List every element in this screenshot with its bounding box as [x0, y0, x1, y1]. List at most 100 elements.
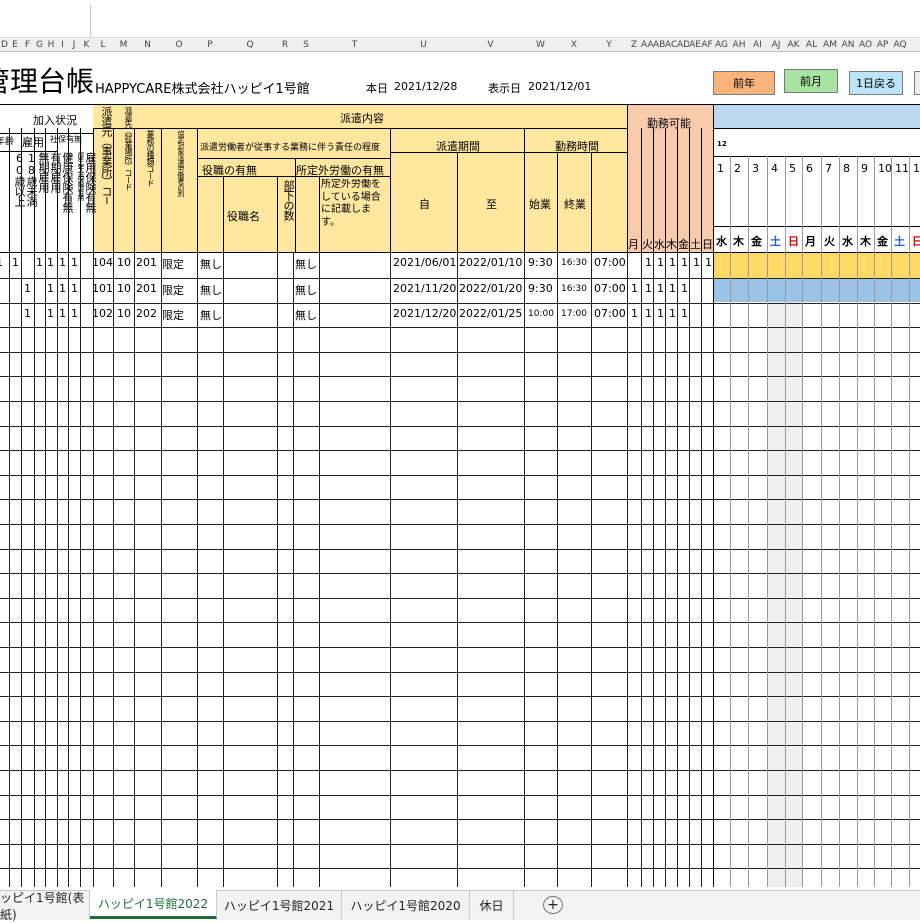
column-header-an[interactable]: AN [839, 38, 857, 52]
grid-line [21, 252, 22, 887]
column-header-i[interactable]: I [57, 38, 68, 52]
add-sheet-icon[interactable]: + [543, 896, 563, 914]
column-header-ad[interactable]: AD [677, 38, 689, 52]
column-header-ak[interactable]: AK [785, 38, 802, 52]
grid-line [0, 327, 920, 328]
column-header-e[interactable]: E [9, 38, 21, 52]
column-header-aj[interactable]: AJ [767, 38, 785, 52]
row3-wk-3: 1 [669, 307, 676, 320]
column-header-w[interactable]: W [524, 38, 557, 52]
next-button-partial[interactable] [914, 71, 920, 95]
grid-line [627, 252, 628, 887]
grid-line [0, 426, 920, 427]
row3-yaku: 無し [200, 309, 222, 322]
grid-line [701, 128, 702, 252]
column-header-bar[interactable]: D E F G H I J K L M N O P Q R S T U V W X Y Z AA AB AC AD AE AF AG AH A… [0, 38, 920, 52]
grid-line [730, 156, 731, 887]
column-header-h[interactable]: H [45, 38, 57, 52]
grid-line [223, 252, 224, 887]
grid-line [0, 770, 920, 771]
sheet-tab-1[interactable]: ハッピイ1号館2022 [90, 890, 217, 919]
column-header-l[interactable]: L [93, 38, 113, 52]
grid-line [198, 176, 295, 177]
sheet-tab-4[interactable]: 休日 [470, 891, 514, 920]
column-header-o[interactable]: O [161, 38, 197, 52]
column-header-d[interactable]: D [0, 38, 9, 52]
column-header-s[interactable]: S [293, 38, 319, 52]
column-header-y[interactable]: Y [591, 38, 627, 52]
header-shoteigai: 所定外労働の有無 [296, 164, 384, 176]
grid-line [653, 128, 654, 252]
prev-year-button[interactable]: 前年 [713, 71, 775, 95]
column-header-p[interactable]: P [197, 38, 223, 52]
grid-line [689, 128, 690, 252]
today-value: 2021/12/28 [394, 80, 458, 93]
header-weekday-0: 月 [628, 238, 639, 250]
column-header-v[interactable]: V [457, 38, 524, 52]
column-header-u[interactable]: U [390, 38, 457, 52]
column-header-am[interactable]: AM [821, 38, 839, 52]
column-header-af[interactable]: AF [701, 38, 713, 52]
grid-line [0, 672, 920, 673]
column-header-ag[interactable]: AG [713, 38, 730, 52]
row3-start: 10:00 [528, 309, 554, 319]
sheet-tab-3[interactable]: ハッピイ1号館2020 [342, 891, 470, 920]
grid-line [689, 252, 690, 887]
display-date-value: 2021/12/01 [528, 80, 592, 93]
header-shugyo: 終業 [564, 198, 586, 210]
column-header-aq[interactable]: AQ [891, 38, 909, 52]
row1-from: 2021/06/01 [393, 256, 457, 269]
column-header-x[interactable]: X [557, 38, 591, 52]
sheet-tab-0[interactable]: ッピイ1号館(表紙) [0, 891, 90, 922]
column-header-ao[interactable]: AO [857, 38, 874, 52]
row2-koyo: 1 [71, 282, 78, 295]
column-header-ah[interactable]: AH [730, 38, 748, 52]
column-header-j[interactable]: J [68, 38, 80, 52]
header-kinmu-kano: 勤務可能 [647, 117, 691, 129]
grid-line [641, 252, 642, 887]
grid-line [0, 376, 920, 377]
header-ji: 自 [419, 198, 430, 210]
column-header-z[interactable]: Z [627, 38, 641, 52]
grid-line [909, 156, 910, 887]
row1-koyo: 1 [71, 256, 78, 269]
row1-end: 16:30 [561, 258, 587, 268]
column-header-ac[interactable]: AC [665, 38, 677, 52]
grid-line [293, 252, 294, 887]
sheet-tab-2[interactable]: ハッピイ1号館2021 [217, 891, 342, 920]
grid-line [45, 252, 46, 887]
column-header-g[interactable]: G [34, 38, 45, 52]
column-header-ap[interactable]: AP [874, 38, 891, 52]
column-header-ab[interactable]: AB [653, 38, 665, 52]
calendar-dow-7: 水 [842, 235, 853, 247]
grid-line [713, 226, 920, 227]
column-header-al[interactable]: AL [802, 38, 821, 52]
column-header-m[interactable]: M [113, 38, 134, 52]
column-header-ai[interactable]: AI [748, 38, 767, 52]
column-header-t[interactable]: T [319, 38, 390, 52]
grid-line [0, 499, 920, 500]
row2-wk-4: 1 [681, 282, 688, 295]
row3-kyotei: 限定 [162, 309, 184, 322]
column-header-k[interactable]: K [80, 38, 93, 52]
grid-line [457, 152, 458, 252]
prev-month-button[interactable]: 前月 [784, 69, 838, 93]
grid-line [80, 252, 81, 887]
grid-line [713, 156, 920, 157]
column-header-r[interactable]: R [277, 38, 293, 52]
grid-line [891, 156, 892, 887]
column-header-n[interactable]: N [134, 38, 161, 52]
column-header-ae[interactable]: AE [689, 38, 701, 52]
back-one-day-button[interactable]: 1日戻る [849, 71, 903, 95]
row3-gyomu: 202 [136, 307, 157, 320]
sheet-grid[interactable]: 年齢 加入状況 雇用 社保有無 60歳以上 18歳未満 無期雇用 有期雇用 健康保険有無 厚生年金… [0, 52, 920, 887]
column-header-aa[interactable]: AA [641, 38, 653, 52]
grid-line [197, 128, 198, 252]
row2-moto: 101 [92, 282, 113, 295]
column-header-q[interactable]: Q [223, 38, 277, 52]
grid-line [821, 156, 822, 887]
column-header-f[interactable]: F [21, 38, 34, 52]
header-shaho: 社保有無 [50, 135, 82, 144]
row2-to: 2022/01/20 [459, 282, 523, 295]
header-kikan: 派遣期間 [436, 140, 480, 152]
